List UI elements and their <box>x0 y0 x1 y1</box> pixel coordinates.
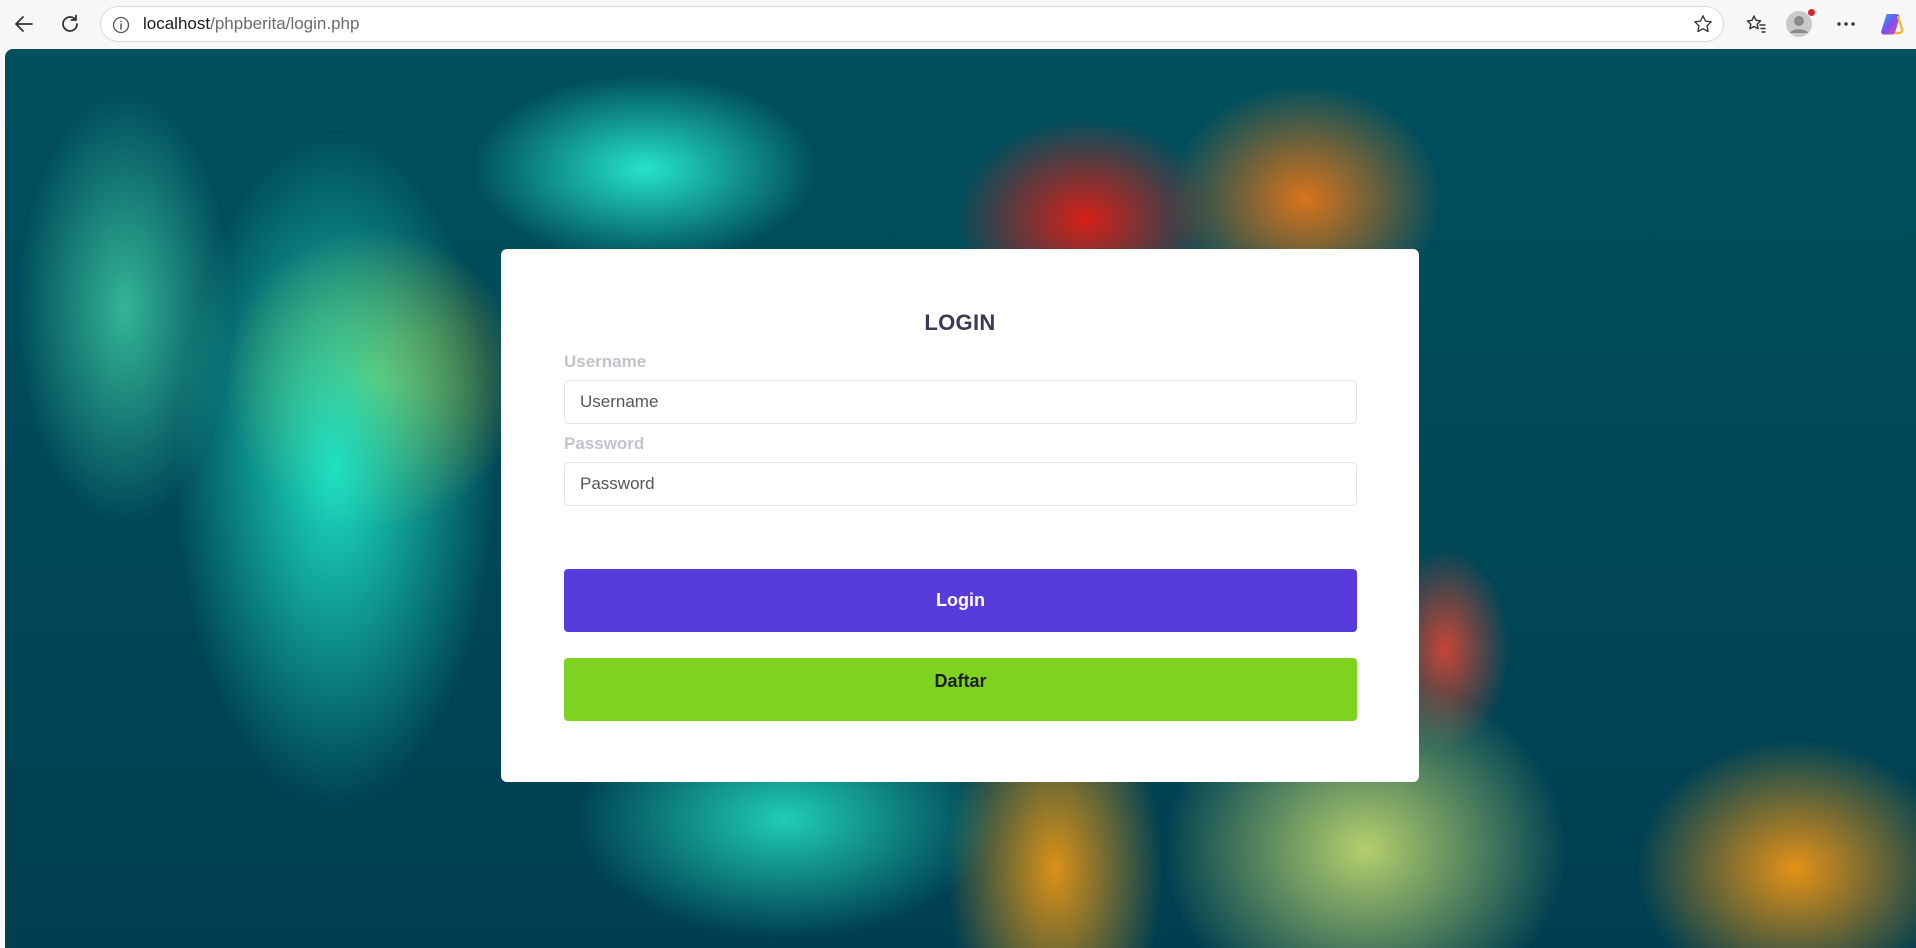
copilot-icon <box>1879 11 1905 37</box>
username-input[interactable] <box>564 380 1357 424</box>
favorites-button[interactable] <box>1740 8 1772 40</box>
profile-avatar[interactable] <box>1785 9 1815 38</box>
login-card: LOGIN Username Password Login Daftar <box>501 249 1419 782</box>
site-info-icon[interactable] <box>111 15 131 35</box>
favorite-star-icon[interactable] <box>1693 14 1713 34</box>
browser-toolbar: localhost/phpberita/login.php <box>0 0 1916 49</box>
register-button[interactable]: Daftar <box>564 658 1357 721</box>
back-icon <box>13 13 35 35</box>
login-title: LOGIN <box>924 310 996 335</box>
refresh-icon <box>59 13 81 35</box>
back-button[interactable] <box>8 8 40 40</box>
profile-avatar-icon <box>1785 11 1813 42</box>
refresh-button[interactable] <box>54 8 86 40</box>
address-bar[interactable]: localhost/phpberita/login.php <box>100 6 1724 42</box>
page-viewport: LOGIN Username Password Login Daftar <box>5 49 1916 948</box>
more-button[interactable] <box>1830 8 1862 40</box>
favorites-icon <box>1745 13 1767 35</box>
username-label: Username <box>564 352 647 371</box>
password-input[interactable] <box>564 462 1357 506</box>
notification-dot <box>1808 9 1815 16</box>
copilot-button[interactable] <box>1876 8 1908 40</box>
password-label: Password <box>564 434 645 453</box>
login-button[interactable]: Login <box>564 569 1357 632</box>
url-host: localhost <box>143 14 211 33</box>
url-path: /phpberita/login.php <box>210 14 360 33</box>
more-icon <box>1835 13 1857 35</box>
url-text: localhost/phpberita/login.php <box>143 7 359 41</box>
